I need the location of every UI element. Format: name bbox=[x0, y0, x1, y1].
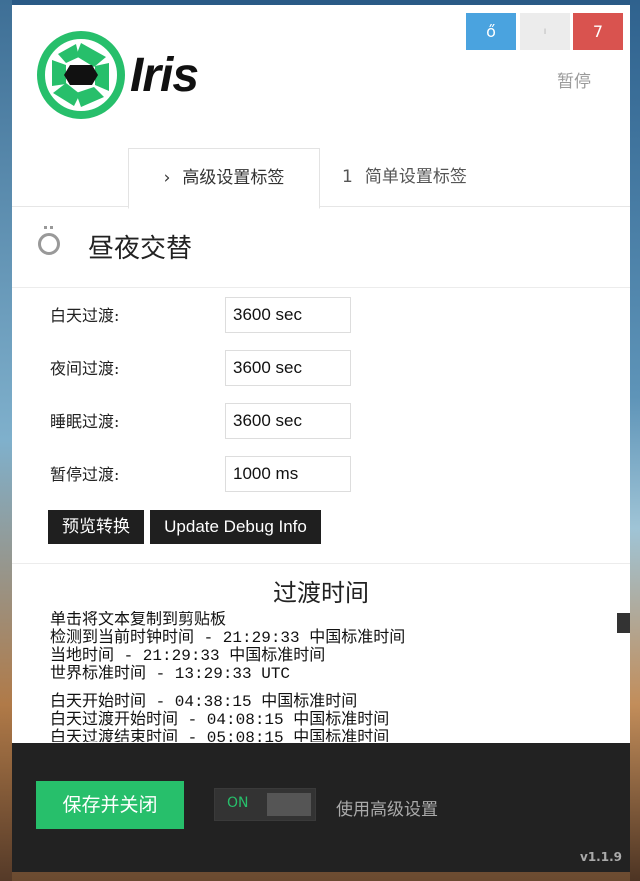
desktop-background-right bbox=[630, 0, 640, 881]
minimize-button[interactable]: ő bbox=[466, 13, 516, 50]
section-divider bbox=[12, 563, 630, 564]
pause-transition-input[interactable]: 1000 ms bbox=[225, 456, 351, 492]
tab-label: 简单设置标签 bbox=[364, 167, 467, 187]
pause-transition-label: 暂停过渡: bbox=[50, 465, 120, 484]
transition-times-text[interactable]: 单击将文本复制到剪贴板 检测到当前时钟时间 - 21:29:33 中国标准时间 … bbox=[50, 611, 610, 742]
info-line: 单击将文本复制到剪贴板 bbox=[50, 611, 227, 629]
info-line: 白天过渡结束时间 - 05:08:15 中国标准时间 bbox=[50, 729, 390, 742]
toggle-label: 使用高级设置 bbox=[336, 800, 438, 820]
tab-simple-settings[interactable]: 1 简单设置标签 bbox=[342, 148, 512, 207]
info-line: 当地时间 - 21:29:33 中国标准时间 bbox=[50, 647, 326, 665]
pause-link[interactable]: 暂停 bbox=[557, 67, 591, 92]
tab-icon: 1 bbox=[342, 167, 353, 187]
day-transition-label: 白天过渡: bbox=[50, 306, 120, 325]
section-header: 昼夜交替 bbox=[12, 207, 630, 288]
info-line: 世界标准时间 - 13:29:33 UTC bbox=[50, 665, 291, 683]
chevron-right-icon: › bbox=[163, 168, 171, 188]
advanced-settings-toggle[interactable]: ON bbox=[214, 788, 316, 821]
iris-window: ő ı 7 暂停 Iris › 高级设置标签 1 简单设置标签 昼夜交替 白天过渡:… bbox=[12, 5, 630, 872]
toggle-knob bbox=[267, 793, 311, 816]
section-title: 昼夜交替 bbox=[88, 234, 193, 264]
sleep-transition-input[interactable]: 3600 sec bbox=[225, 403, 351, 439]
sleep-transition-label: 睡眠过渡: bbox=[50, 412, 120, 431]
preview-transition-button[interactable]: 预览转换 bbox=[48, 510, 144, 544]
close-button[interactable]: 7 bbox=[573, 13, 623, 50]
toggle-state: ON bbox=[227, 795, 249, 811]
transition-times-title: 过渡时间 bbox=[273, 579, 369, 607]
iris-logo-icon bbox=[37, 31, 125, 119]
day-night-icon bbox=[38, 226, 60, 255]
night-transition-input[interactable]: 3600 sec bbox=[225, 350, 351, 386]
save-and-close-button[interactable]: 保存并关闭 bbox=[36, 781, 184, 829]
app-name: Iris bbox=[130, 49, 199, 102]
info-line: 检测到当前时钟时间 - 21:29:33 中国标准时间 bbox=[50, 629, 406, 647]
day-transition-input[interactable]: 3600 sec bbox=[225, 297, 351, 333]
update-debug-info-button[interactable]: Update Debug Info bbox=[150, 510, 321, 544]
footer-bar: 保存并关闭 ON 使用高级设置 v1.1.9 bbox=[12, 743, 630, 872]
night-transition-label: 夜间过渡: bbox=[50, 359, 120, 378]
version-label: v1.1.9 bbox=[580, 850, 622, 864]
info-line: 白天过渡开始时间 - 04:08:15 中国标准时间 bbox=[50, 711, 390, 729]
maximize-button[interactable]: ı bbox=[520, 13, 570, 50]
scrollbar-thumb[interactable] bbox=[617, 613, 630, 633]
desktop-background-left bbox=[0, 0, 12, 881]
info-line: 白天开始时间 - 04:38:15 中国标准时间 bbox=[50, 693, 358, 711]
tab-label: 高级设置标签 bbox=[182, 168, 285, 188]
tab-advanced-settings[interactable]: › 高级设置标签 bbox=[128, 148, 320, 209]
